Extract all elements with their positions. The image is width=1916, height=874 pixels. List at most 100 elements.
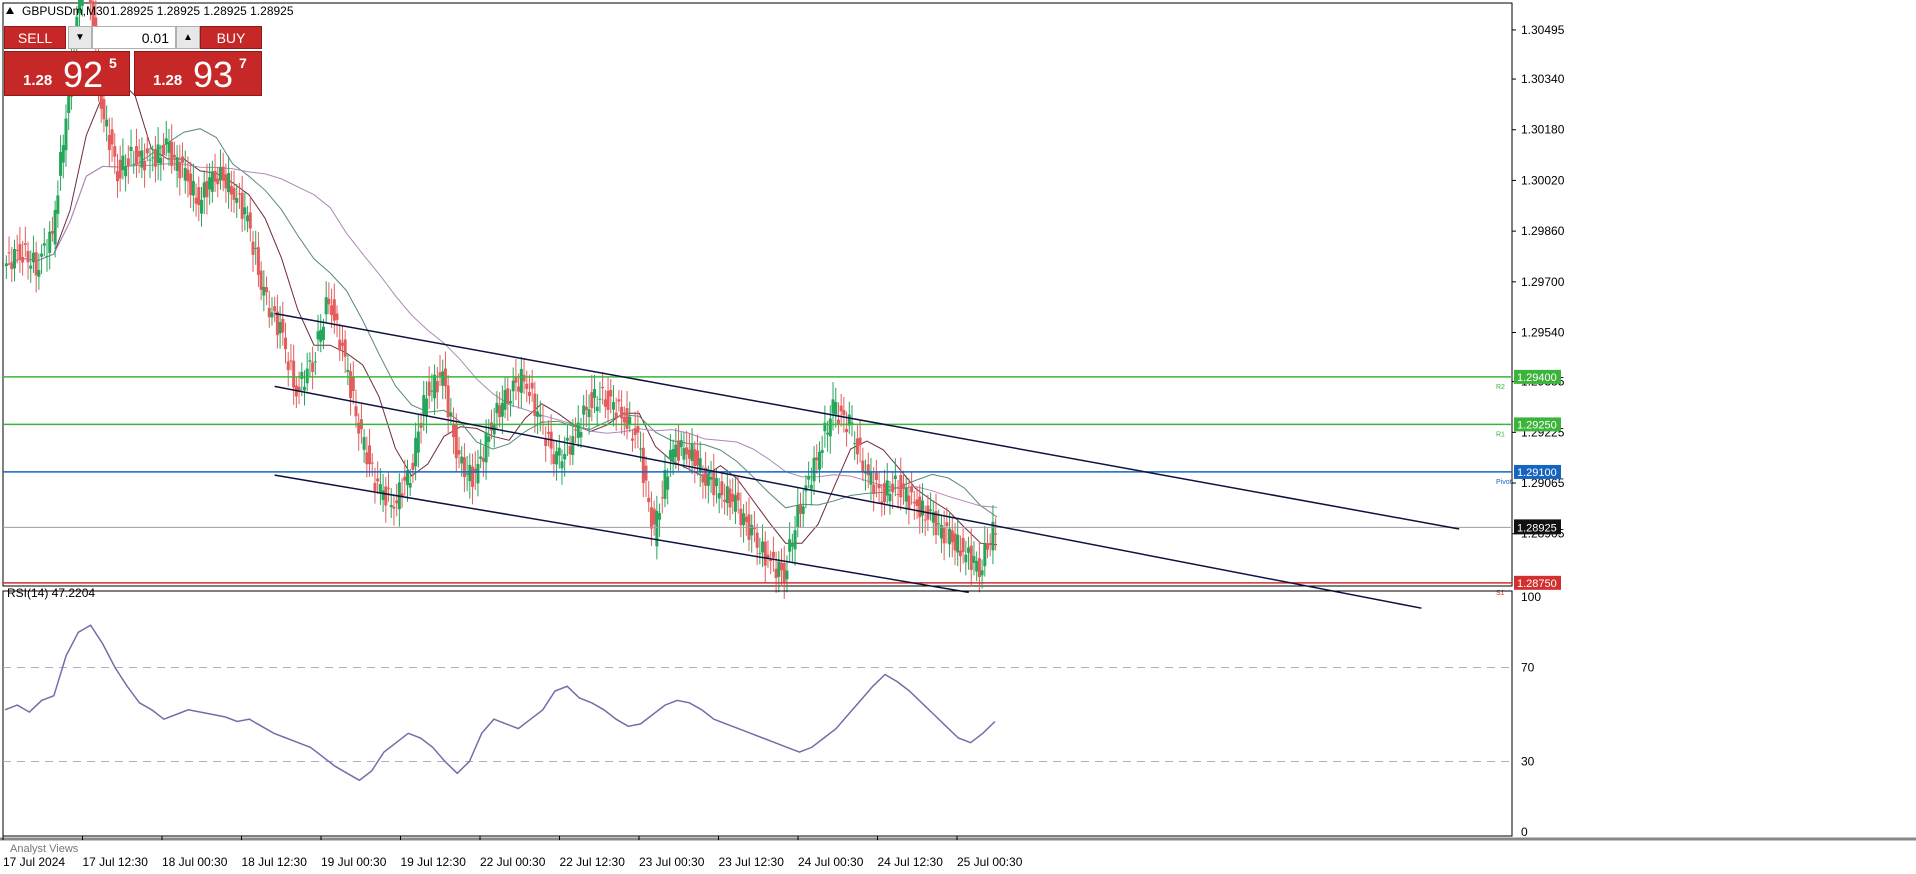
candle-body (186, 169, 190, 182)
candle-body (601, 386, 605, 389)
candle-body (460, 456, 464, 464)
candle-body (221, 166, 225, 181)
candle-body (961, 537, 965, 553)
candle-body (308, 360, 312, 362)
candle-body (167, 141, 171, 153)
candle-body (872, 484, 876, 495)
candle-body (869, 471, 873, 485)
candle-body (259, 270, 263, 290)
price-axis-label: 1.30180 (1521, 123, 1565, 137)
lot-size-input[interactable] (92, 26, 176, 49)
candle-body (891, 483, 895, 493)
candle-body (986, 543, 990, 550)
chart-ohlc-label: 1.28925 1.28925 1.28925 1.28925 (110, 4, 294, 18)
trend-channel-line[interactable] (274, 474, 969, 594)
candle-body (395, 500, 399, 504)
candle-body (172, 154, 176, 158)
candle-body (774, 568, 778, 579)
candle-body (313, 361, 317, 363)
candle-body (148, 159, 152, 161)
buy-price-quote[interactable]: 1.28 93 7 (134, 51, 262, 96)
candle-body (34, 252, 38, 276)
candle-body (568, 446, 572, 455)
candle-body (354, 406, 358, 417)
candle-body (630, 438, 634, 441)
candle-body (183, 167, 187, 181)
time-axis-label: 19 Jul 12:30 (401, 855, 467, 869)
candle-body (500, 402, 504, 417)
candle-body (663, 470, 667, 499)
candle-body (845, 428, 849, 433)
candle-body (826, 432, 830, 435)
candle-body (918, 496, 922, 518)
candle-body (40, 253, 44, 257)
rsi-axis-label: 0 (1521, 825, 1528, 839)
candle-body (251, 241, 255, 255)
candle-body (587, 409, 591, 418)
candle-body (351, 377, 355, 391)
candle-body (611, 402, 615, 410)
candle-body (422, 395, 426, 415)
candle-body (861, 460, 865, 473)
analyst-views-tab[interactable]: Analyst Views (10, 843, 79, 855)
sell-button[interactable]: SELL (4, 26, 66, 49)
sell-price-pips: 92 (63, 54, 104, 95)
candle-body (668, 450, 672, 460)
candle-body (652, 508, 656, 525)
candle-body (942, 527, 946, 544)
candle-body (574, 429, 578, 431)
candle-body (178, 162, 182, 179)
candle-body (449, 412, 453, 417)
collapse-arrow-icon[interactable] (6, 7, 14, 14)
candle-body (720, 481, 724, 496)
candle-body (137, 150, 141, 157)
candle-body (907, 495, 911, 509)
lot-increase-button[interactable]: ▲ (176, 26, 200, 49)
candle-body (462, 457, 466, 478)
candle-body (736, 492, 740, 501)
candle-body (625, 408, 629, 429)
sell-price-fraction: 5 (109, 55, 117, 71)
candle-body (330, 305, 334, 316)
candle-body (839, 405, 843, 412)
candle-body (595, 406, 599, 412)
candle-body (61, 145, 65, 163)
candle-body (59, 152, 63, 176)
buy-button[interactable]: BUY (200, 26, 262, 49)
candle-body (874, 472, 878, 481)
lot-decrease-button[interactable]: ▼ (68, 26, 92, 49)
candle-body (964, 554, 968, 563)
candle-body (953, 533, 957, 551)
candle-body (256, 247, 260, 275)
candle-body (850, 422, 854, 424)
candle-body (912, 501, 916, 504)
candle-body (438, 372, 442, 376)
candle-body (530, 382, 534, 389)
candle-body (311, 362, 315, 372)
price-axis-label: 1.30340 (1521, 72, 1565, 86)
candle-body (777, 561, 781, 577)
candle-body (495, 402, 499, 414)
time-axis-label: 18 Jul 00:30 (162, 855, 228, 869)
candle-body (145, 148, 149, 154)
candle-body (782, 563, 786, 583)
candle-body (191, 181, 195, 196)
candle-body (679, 440, 683, 448)
candle-body (557, 447, 561, 456)
candle-body (690, 443, 694, 461)
candle-body (479, 456, 483, 459)
candle-body (465, 473, 469, 475)
candle-body (159, 157, 163, 164)
candle-body (725, 486, 729, 504)
candle-body (614, 412, 618, 419)
candle-body (452, 424, 456, 438)
candle-body (143, 160, 147, 171)
chart-symbol-label: GBPUSDm,M30 (22, 4, 110, 18)
sell-price-quote[interactable]: 1.28 92 5 (4, 51, 130, 96)
candle-body (660, 497, 664, 499)
price-axis-label: 1.29700 (1521, 275, 1565, 289)
candle-body (948, 528, 952, 545)
candle-body (153, 149, 157, 167)
candle-body (606, 390, 610, 410)
candle-body (546, 432, 550, 434)
